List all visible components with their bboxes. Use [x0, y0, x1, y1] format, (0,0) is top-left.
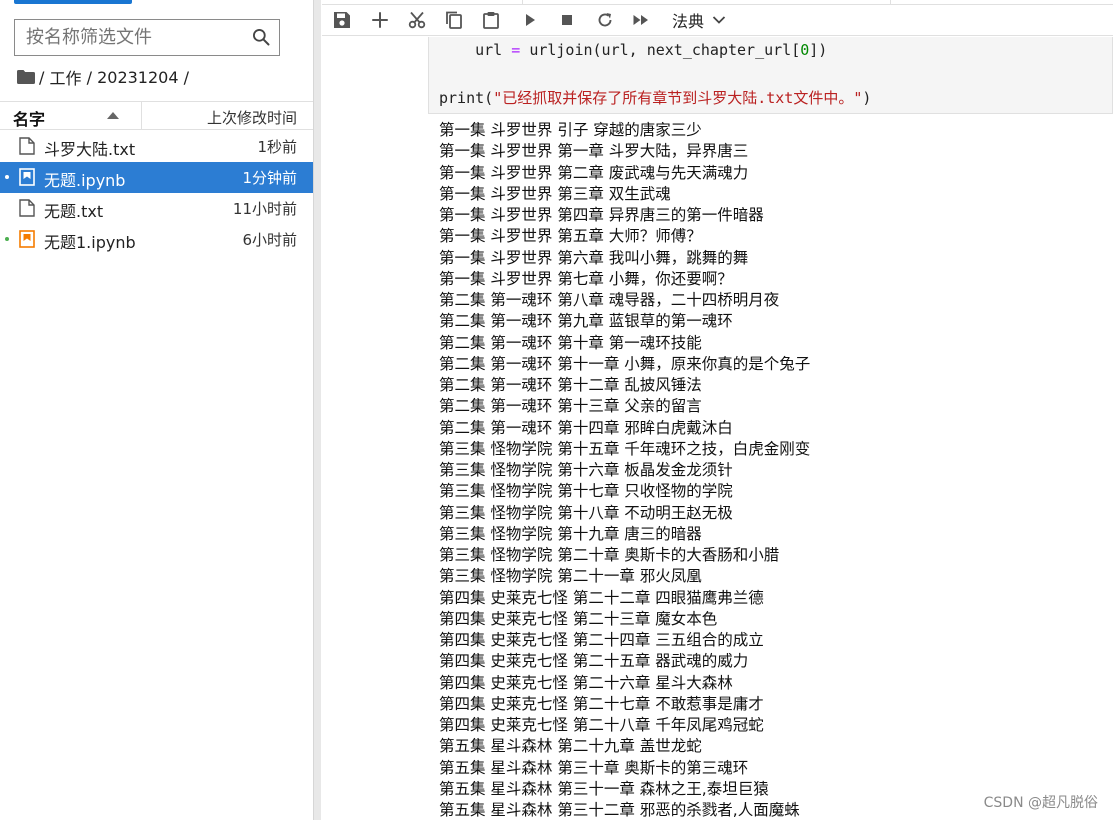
output-line: 第二集 第一魂环 第八章 魂导器，二十四桥明月夜	[439, 291, 780, 309]
file-row[interactable]: 无题.txt 11小时前	[0, 193, 313, 224]
code-line: url = urljoin(url, next_chapter_url[0])	[475, 41, 828, 59]
file-filter-input[interactable]	[15, 20, 245, 55]
output-line: 第一集 斗罗世界 第三章 双生武魂	[439, 184, 671, 203]
output-line: 第四集 史莱克七怪 第二十二章 四眼猫鹰弗兰德	[439, 588, 764, 607]
stop-button[interactable]	[554, 8, 580, 32]
column-header-modified[interactable]: 上次修改时间	[207, 107, 297, 128]
file-modified: 11小时前	[232, 200, 297, 218]
file-name: 无题.txt	[44, 202, 104, 221]
breadcrumb-sep: /	[183, 67, 189, 87]
restart-icon	[598, 13, 612, 27]
column-header-name[interactable]: 名字	[0, 102, 142, 130]
output-line: 第一集 斗罗世界 第六章 我叫小舞，跳舞的舞	[439, 248, 749, 267]
output-line: 第四集 史莱克七怪 第二十四章 三五组合的成立	[439, 631, 764, 649]
panel-splitter[interactable]	[313, 0, 321, 820]
save-button[interactable]	[329, 8, 355, 32]
notebook-panel: url = urljoin(url, next_chapter_url[0]) …	[322, 37, 1113, 820]
file-browser: / 工作 / 20231204 / 名字 上次修改时间 斗罗大陆.txt 1秒前…	[0, 0, 313, 820]
output-line: 第一集 斗罗世界 第四章 异界唐三的第一件暗器	[439, 206, 764, 224]
output-line: 第二集 第一魂环 第九章 蓝银草的第一魂环	[439, 312, 733, 331]
copy-icon	[446, 11, 462, 29]
running-indicator	[5, 237, 9, 241]
output-line: 第三集 怪物学院 第十七章 只收怪物的学院	[439, 482, 733, 501]
save-icon	[334, 12, 350, 28]
restart-button[interactable]	[592, 8, 618, 32]
output-line: 第三集 怪物学院 第十九章 唐三的暗器	[439, 524, 702, 543]
output-line: 第四集 史莱克七怪 第二十三章 魔女本色	[439, 609, 718, 628]
cell-output: 第一集 斗罗世界 引子 穿越的唐家三少第一集 斗罗世界 第一章 斗罗大陆，异界唐…	[439, 120, 1109, 820]
output-line: 第一集 斗罗世界 第五章 大师？师傅？	[439, 227, 702, 246]
output-line: 第四集 史莱克七怪 第二十六章 星斗大森林	[439, 673, 733, 692]
chevron-down-icon	[712, 16, 726, 24]
file-modified: 1秒前	[257, 138, 297, 156]
output-line: 第四集 史莱克七怪 第二十五章 器武魂的威力	[439, 652, 749, 671]
add-cell-icon	[372, 12, 388, 28]
output-line: 第四集 史莱克七怪 第二十八章 千年凤尾鸡冠蛇	[439, 716, 764, 734]
copy-button[interactable]	[441, 8, 467, 32]
cut-icon	[408, 11, 426, 29]
output-line: 第三集 怪物学院 第十五章 千年魂环之技，白虎金刚变	[439, 439, 811, 458]
file-name: 无题1.ipynb	[44, 233, 136, 252]
paste-button[interactable]	[478, 8, 504, 32]
code-cell-editor[interactable]: url = urljoin(url, next_chapter_url[0]) …	[428, 37, 1113, 114]
code-line: print("已经抓取并保存了所有章节到斗罗大陆.txt文件中。")	[439, 89, 872, 107]
file-modified: 1分钟前	[242, 169, 297, 187]
cell-type-dropdown[interactable]: 法典	[672, 8, 726, 32]
sort-ascending-icon[interactable]	[107, 112, 119, 119]
output-line: 第一集 斗罗世界 引子 穿越的唐家三少	[439, 121, 702, 139]
file-name: 无题.ipynb	[44, 171, 126, 190]
column-name-label: 名字	[13, 110, 46, 129]
output-line: 第二集 第一魂环 第十一章 小舞，原来你真的是个兔子	[439, 354, 811, 373]
add-cell-button[interactable]	[367, 8, 393, 32]
search-icon[interactable]	[251, 27, 271, 47]
notebook-toolbar: 法典	[322, 4, 1113, 36]
file-filter-box[interactable]	[14, 19, 280, 56]
output-line: 第三集 怪物学院 第十八章 不动明王赵无极	[439, 503, 733, 522]
output-line: 第二集 第一魂环 第十四章 邪眸白虎戴沐白	[439, 418, 733, 437]
notebook-icon	[19, 168, 35, 186]
new-launcher-button-edge[interactable]	[14, 0, 132, 4]
text-file-icon	[19, 199, 35, 217]
file-row-selected[interactable]: 无题.ipynb 1分钟前	[0, 162, 313, 193]
output-line: 第一集 斗罗世界 第一章 斗罗大陆，异界唐三	[439, 142, 749, 161]
running-indicator	[5, 175, 9, 179]
fast-forward-icon	[633, 15, 648, 25]
output-line: 第四集 史莱克七怪 第二十七章 不敢惹事是庸才	[439, 694, 764, 713]
file-name: 斗罗大陆.txt	[44, 140, 136, 159]
file-row[interactable]: 斗罗大陆.txt 1秒前	[0, 131, 313, 162]
text-file-icon	[19, 137, 35, 155]
output-line: 第五集 星斗森林 第二十九章 盖世龙蛇	[439, 737, 702, 756]
output-line: 第三集 怪物学院 第二十一章 邪火凤凰	[439, 567, 702, 586]
cut-button[interactable]	[404, 8, 430, 32]
file-list-header: 名字 上次修改时间	[0, 101, 313, 130]
file-modified: 6小时前	[242, 231, 297, 249]
run-icon	[526, 14, 535, 26]
output-line: 第三集 怪物学院 第十六章 板晶发金龙须针	[439, 461, 733, 479]
notebook-icon	[19, 230, 35, 248]
watermark: CSDN @超凡脱俗	[983, 795, 1098, 811]
breadcrumb-item-folder[interactable]: 20231204	[97, 68, 178, 87]
toolbar-divider	[322, 4, 1113, 5]
cell-type-label: 法典	[672, 12, 705, 31]
output-line: 第三集 怪物学院 第二十章 奥斯卡的大香肠和小腊	[439, 546, 780, 564]
restart-run-all-button[interactable]	[628, 8, 654, 32]
breadcrumb: / 工作 / 20231204 /	[17, 66, 189, 88]
folder-icon[interactable]	[17, 70, 35, 84]
stop-icon	[562, 15, 572, 25]
output-line: 第二集 第一魂环 第十三章 父亲的留言	[439, 397, 702, 416]
output-line: 第二集 第一魂环 第十二章 乱披风锤法	[439, 376, 702, 394]
file-row[interactable]: 无题1.ipynb 6小时前	[0, 224, 313, 255]
breadcrumb-item-work[interactable]: 工作	[49, 65, 81, 89]
output-line: 第二集 第一魂环 第十章 第一魂环技能	[439, 333, 702, 352]
output-line: 第一集 斗罗世界 第二章 废武魂与先天满魂力	[439, 163, 749, 182]
paste-icon	[483, 12, 499, 29]
output-line: 第一集 斗罗世界 第七章 小舞，你还要啊？	[439, 269, 733, 288]
run-button[interactable]	[517, 8, 543, 32]
output-line: 第五集 星斗森林 第三十章 奥斯卡的第三魂环	[439, 758, 749, 777]
